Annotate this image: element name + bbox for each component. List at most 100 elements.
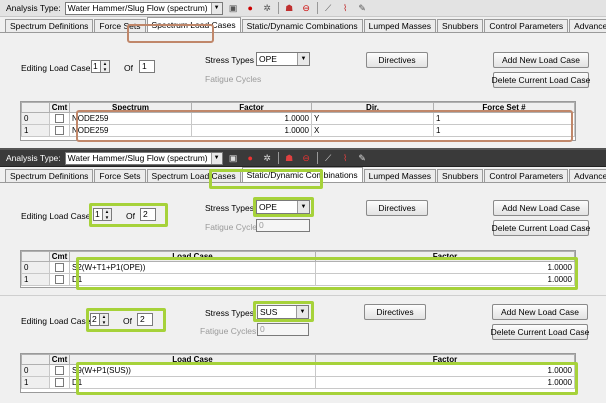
cmt-cell[interactable]: [49, 376, 70, 389]
line-graph-icon[interactable]: ⟋: [322, 2, 335, 15]
add-new-load-case-button[interactable]: Add New Load Case: [493, 52, 589, 68]
stop-icon[interactable]: ●: [244, 2, 257, 15]
cancel-icon[interactable]: ⊖: [300, 152, 313, 165]
load-case-cell[interactable]: S2(W+T1+P1(OPE)): [69, 261, 316, 274]
fatigue-cycles-input[interactable]: 0: [257, 323, 309, 336]
analysis-type-select[interactable]: Water Hammer/Slug Flow (spectrum) ▼: [64, 151, 223, 165]
table-row[interactable]: 0 S9(W+P1(SUS)) 1.0000: [21, 364, 575, 377]
editing-load-case-spinner[interactable]: 2 ▲ ▼: [90, 313, 109, 326]
table-row[interactable]: 0 NODE259 1.0000 Y 1: [21, 112, 575, 125]
calculator-icon[interactable]: ▣: [227, 2, 240, 15]
group-icon[interactable]: ☗: [283, 152, 296, 165]
tab-control-parameters[interactable]: Control Parameters: [484, 169, 569, 182]
dir-cell[interactable]: X: [311, 124, 434, 137]
spectrum-cell[interactable]: NODE259: [69, 112, 192, 125]
table-row[interactable]: 1 D1 1.0000: [21, 273, 575, 286]
editing-load-case-spinner[interactable]: 1 ▲ ▼: [91, 60, 110, 73]
spinner-buttons[interactable]: ▲ ▼: [100, 313, 109, 326]
tab-spectrum-load-cases[interactable]: Spectrum Load Cases: [146, 169, 241, 182]
delete-current-load-case-button[interactable]: Delete Current Load Case: [491, 324, 589, 340]
tab-lumped-masses[interactable]: Lumped Masses: [363, 169, 437, 182]
tab-advanced[interactable]: Advanced: [569, 19, 606, 32]
chevron-down-icon[interactable]: ▼: [297, 201, 309, 213]
cmt-cell[interactable]: [49, 124, 70, 137]
comment-checkbox[interactable]: [55, 263, 64, 273]
editing-load-case-spinner[interactable]: 1 ▲ ▼: [93, 208, 112, 221]
spinner-buttons[interactable]: ▲ ▼: [103, 208, 112, 221]
tab-advanced[interactable]: Advanced: [569, 169, 606, 182]
tab-static-dynamic-combinations[interactable]: Static/Dynamic Combinations: [241, 19, 363, 32]
force-set-cell[interactable]: 1: [433, 112, 575, 125]
table-row[interactable]: 0 S2(W+T1+P1(OPE)) 1.0000: [21, 261, 575, 274]
comment-checkbox[interactable]: [55, 275, 64, 285]
tab-lumped-masses[interactable]: Lumped Masses: [363, 19, 437, 32]
directives-button[interactable]: Directives: [366, 52, 428, 68]
delete-current-load-case-button[interactable]: Delete Current Load Case: [492, 220, 590, 236]
add-new-load-case-button[interactable]: Add New Load Case: [493, 200, 589, 216]
cmt-cell[interactable]: [49, 112, 70, 125]
load-case-cell[interactable]: D1: [69, 273, 316, 286]
factor-cell[interactable]: 1.0000: [315, 364, 575, 377]
comment-checkbox[interactable]: [55, 378, 64, 388]
stop-icon[interactable]: ●: [244, 152, 257, 165]
signal-tower-icon[interactable]: ✲: [261, 2, 274, 15]
directives-button[interactable]: Directives: [364, 304, 426, 320]
cmt-cell[interactable]: [49, 273, 70, 286]
tab-spectrum-definitions[interactable]: Spectrum Definitions: [5, 169, 94, 182]
tab-static-dynamic-combinations[interactable]: Static/Dynamic Combinations: [241, 167, 363, 182]
tab-spectrum-load-cases[interactable]: Spectrum Load Cases: [146, 17, 241, 32]
cmt-cell[interactable]: [49, 261, 70, 274]
edit-chart-icon[interactable]: ✎: [356, 2, 369, 15]
spinner-buttons[interactable]: ▲ ▼: [101, 60, 110, 73]
directives-button[interactable]: Directives: [366, 200, 428, 216]
stress-types-select[interactable]: OPE ▼: [256, 52, 310, 66]
factor-cell[interactable]: 1.0000: [191, 124, 312, 137]
chevron-down-icon[interactable]: ▼: [297, 53, 309, 65]
edit-chart-icon[interactable]: ✎: [356, 152, 369, 165]
analysis-type-select[interactable]: Water Hammer/Slug Flow (spectrum) ▼: [64, 1, 223, 15]
editing-load-case-value[interactable]: 2: [90, 313, 100, 326]
comment-checkbox[interactable]: [55, 126, 64, 136]
comment-checkbox[interactable]: [55, 366, 64, 376]
force-set-cell[interactable]: 1: [433, 124, 575, 137]
delete-current-load-case-button[interactable]: Delete Current Load Case: [492, 72, 590, 88]
chevron-down-icon[interactable]: ▼: [210, 2, 222, 14]
table-row[interactable]: 1 NODE259 1.0000 X 1: [21, 124, 575, 137]
chart-icon[interactable]: ⌇: [339, 2, 352, 15]
load-case-cell[interactable]: D1: [69, 376, 316, 389]
tab-force-sets[interactable]: Force Sets: [94, 169, 146, 182]
table-row[interactable]: 1 D1 1.0000: [21, 376, 575, 389]
calculator-icon[interactable]: ▣: [227, 152, 240, 165]
spin-down-icon[interactable]: ▼: [103, 215, 111, 221]
editing-load-case-value[interactable]: 1: [91, 60, 101, 73]
chevron-down-icon[interactable]: ▼: [296, 306, 308, 318]
signal-tower-icon[interactable]: ✲: [261, 152, 274, 165]
factor-cell[interactable]: 1.0000: [315, 273, 575, 286]
line-graph-icon[interactable]: ⟋: [322, 152, 335, 165]
spin-down-icon[interactable]: ▼: [100, 320, 108, 326]
tab-control-parameters[interactable]: Control Parameters: [484, 19, 569, 32]
add-new-load-case-button[interactable]: Add New Load Case: [492, 304, 588, 320]
group-icon[interactable]: ☗: [283, 2, 296, 15]
fatigue-cycles-input[interactable]: 0: [256, 219, 310, 232]
load-case-cell[interactable]: S9(W+P1(SUS)): [69, 364, 316, 377]
spectrum-cell[interactable]: NODE259: [69, 124, 192, 137]
tab-spectrum-definitions[interactable]: Spectrum Definitions: [5, 19, 94, 32]
chart-icon[interactable]: ⌇: [339, 152, 352, 165]
factor-cell[interactable]: 1.0000: [315, 376, 575, 389]
editing-load-case-value[interactable]: 1: [93, 208, 103, 221]
cancel-icon[interactable]: ⊖: [300, 2, 313, 15]
stress-types-select[interactable]: SUS ▼: [257, 305, 309, 319]
spin-down-icon[interactable]: ▼: [101, 67, 109, 73]
comment-checkbox[interactable]: [55, 114, 64, 124]
dir-cell[interactable]: Y: [311, 112, 434, 125]
tab-snubbers[interactable]: Snubbers: [437, 19, 484, 32]
tab-force-sets[interactable]: Force Sets: [94, 19, 146, 32]
factor-cell[interactable]: 1.0000: [191, 112, 312, 125]
tab-snubbers[interactable]: Snubbers: [437, 169, 484, 182]
chevron-down-icon[interactable]: ▼: [210, 152, 222, 164]
cmt-cell[interactable]: [49, 364, 70, 377]
row-index: 0: [21, 112, 50, 125]
factor-cell[interactable]: 1.0000: [315, 261, 575, 274]
stress-types-select[interactable]: OPE ▼: [256, 200, 310, 214]
